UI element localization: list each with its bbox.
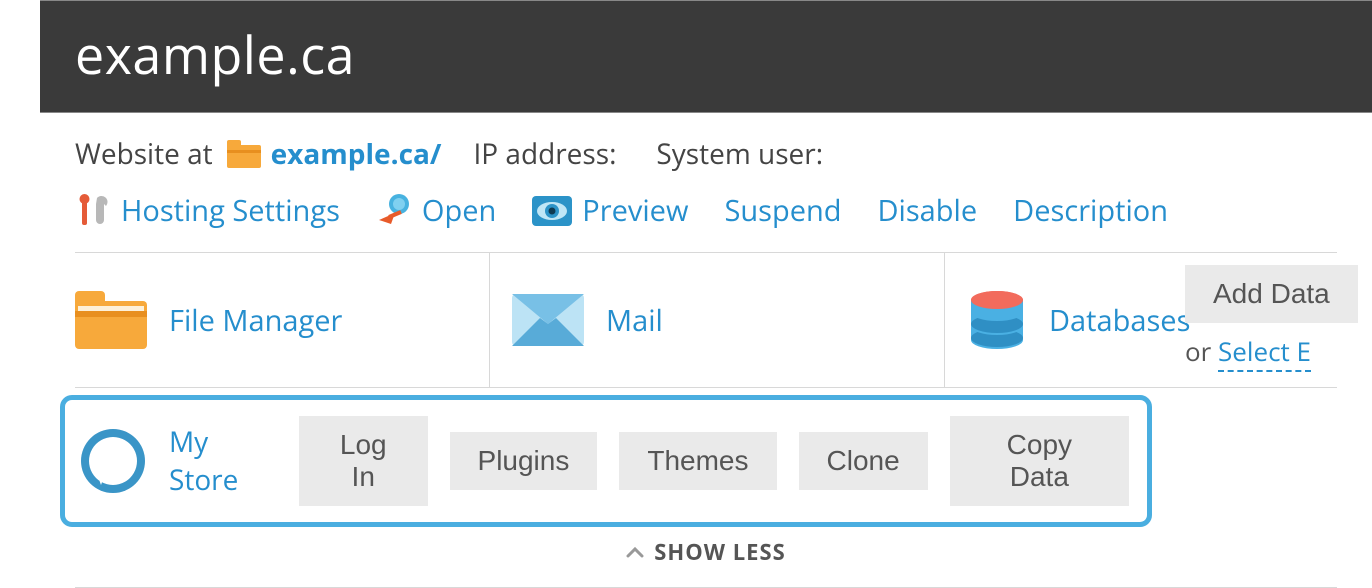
folder-icon [227, 140, 261, 168]
actions-row: Hosting Settings Open Preview Suspend Di… [40, 185, 1372, 252]
hosting-settings-link[interactable]: Hosting Settings [75, 191, 340, 230]
mail-icon [512, 294, 584, 346]
chevron-up-icon [626, 546, 644, 558]
file-manager-tile[interactable]: File Manager [75, 253, 490, 387]
wp-copy-data-button[interactable]: Copy Data [950, 416, 1129, 506]
disable-label: Disable [878, 191, 978, 230]
page-title: example.ca [75, 19, 1337, 90]
folder-large-icon [75, 291, 147, 349]
wordpress-site-name[interactable]: My Store [169, 423, 277, 499]
wordpress-icon [79, 427, 147, 495]
open-link[interactable]: Open [376, 191, 496, 230]
show-less-label: SHOW LESS [654, 537, 785, 567]
preview-link[interactable]: Preview [532, 191, 688, 230]
website-link[interactable]: example.ca/ [271, 135, 442, 173]
database-icon [967, 290, 1027, 350]
or-label: or [1185, 333, 1211, 369]
system-user-label: System user: [656, 135, 823, 173]
wp-clone-button[interactable]: Clone [799, 432, 928, 490]
select-existing-link[interactable]: Select E [1218, 333, 1311, 372]
database-actions: Add Data or Select E [1185, 253, 1372, 387]
wp-plugins-button[interactable]: Plugins [450, 432, 598, 490]
wordpress-panel: My Store Log In Plugins Themes Clone Cop… [60, 395, 1152, 527]
description-link[interactable]: Description [1013, 191, 1168, 230]
header-bar: example.ca [40, 0, 1372, 113]
website-at-label: Website at [75, 135, 213, 173]
suspend-link[interactable]: Suspend [724, 191, 841, 230]
wp-themes-button[interactable]: Themes [619, 432, 776, 490]
wrench-icon [75, 194, 111, 227]
description-label: Description [1013, 191, 1168, 230]
tiles-row: File Manager Mail Databases Add Data or … [75, 252, 1337, 387]
mail-tile[interactable]: Mail [490, 253, 945, 387]
file-manager-label: File Manager [169, 301, 342, 340]
wp-login-button[interactable]: Log In [299, 416, 428, 506]
open-label: Open [422, 191, 496, 230]
databases-tile[interactable]: Databases [945, 253, 1185, 387]
mail-label: Mail [606, 301, 663, 340]
hosting-settings-label: Hosting Settings [121, 191, 340, 230]
website-info-row: Website at example.ca/ IP address: Syste… [40, 113, 1372, 185]
preview-label: Preview [582, 191, 688, 230]
add-database-button[interactable]: Add Data [1185, 265, 1358, 323]
disable-link[interactable]: Disable [878, 191, 978, 230]
open-icon [376, 194, 412, 228]
ip-address-label: IP address: [473, 135, 616, 173]
eye-icon [532, 196, 572, 226]
suspend-label: Suspend [724, 191, 841, 230]
show-less-toggle[interactable]: SHOW LESS [626, 537, 785, 567]
databases-label: Databases [1049, 301, 1190, 340]
